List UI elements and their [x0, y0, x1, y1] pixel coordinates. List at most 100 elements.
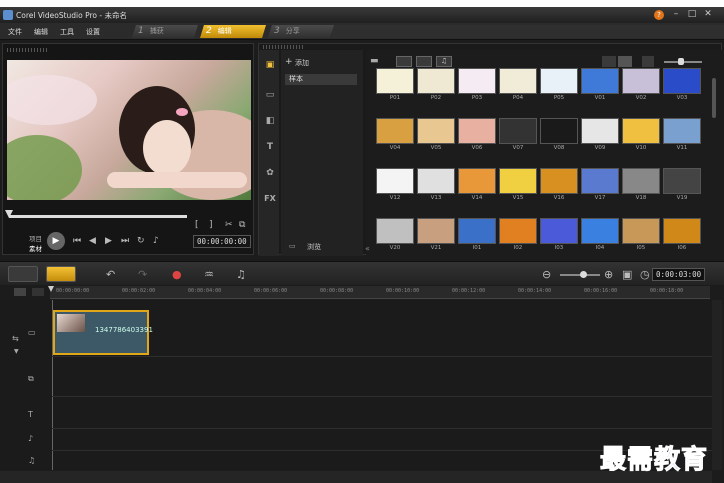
- library-thumbnail[interactable]: [417, 168, 455, 194]
- library-thumbnail[interactable]: [622, 68, 660, 94]
- volume-icon[interactable]: ♪: [153, 236, 159, 246]
- library-thumbnail[interactable]: [622, 118, 660, 144]
- slider-handle[interactable]: [678, 58, 684, 65]
- previous-frame-icon[interactable]: ◀: [89, 236, 96, 246]
- library-thumbnail[interactable]: [499, 168, 537, 194]
- title-icon[interactable]: T: [263, 142, 277, 156]
- help-icon[interactable]: ?: [654, 10, 664, 20]
- timeline-ruler[interactable]: 00:00:00:00 00:00:02:00 00:00:04:00 00:00:0…: [50, 286, 710, 299]
- maximize-button[interactable]: □: [686, 9, 698, 20]
- library-thumbnail[interactable]: [376, 218, 414, 244]
- dropdown-arrow-icon[interactable]: ▼: [14, 348, 36, 355]
- cut-icon[interactable]: ✂: [225, 220, 233, 230]
- graphic-icon[interactable]: ✿: [263, 168, 277, 182]
- library-thumbnail[interactable]: [458, 218, 496, 244]
- step-share[interactable]: 3 分享: [268, 25, 334, 38]
- mode-clip-label[interactable]: 素材: [29, 243, 42, 253]
- library-thumbnail[interactable]: [376, 168, 414, 194]
- storyboard-view-button[interactable]: [8, 266, 38, 282]
- redo-icon[interactable]: ↷: [138, 268, 147, 281]
- library-thumbnail[interactable]: [499, 68, 537, 94]
- library-thumbnail[interactable]: [458, 68, 496, 94]
- transition-icon[interactable]: ◧: [263, 116, 277, 130]
- library-thumbnail[interactable]: [663, 218, 701, 244]
- folder-icon[interactable]: ▬: [370, 56, 379, 66]
- timeline-view-button[interactable]: [46, 266, 76, 282]
- browse-icon[interactable]: ▭: [289, 242, 296, 250]
- video-track-icon[interactable]: ▭: [28, 328, 50, 337]
- menu-tools[interactable]: 工具: [60, 27, 74, 37]
- mark-out-icon[interactable]: ]: [209, 220, 213, 230]
- end-icon[interactable]: ⏭: [121, 236, 129, 246]
- chapter-icon[interactable]: [32, 288, 44, 296]
- sound-mixer-icon[interactable]: ♒: [204, 268, 214, 281]
- show-video-button[interactable]: [396, 56, 412, 67]
- show-photo-button[interactable]: [416, 56, 432, 67]
- zoom-handle[interactable]: [580, 271, 587, 278]
- mode-project-label[interactable]: 项目: [29, 233, 42, 243]
- library-thumbnail[interactable]: [540, 168, 578, 194]
- library-thumbnail[interactable]: [417, 68, 455, 94]
- library-thumbnail[interactable]: [458, 118, 496, 144]
- filter-fx-icon[interactable]: FX: [263, 194, 277, 208]
- step-edit[interactable]: 2 编辑: [200, 25, 266, 38]
- overlay-track-icon[interactable]: ⧉: [28, 374, 50, 384]
- browse-button[interactable]: 浏览: [307, 242, 321, 252]
- preview-timecode[interactable]: 00:00:00:00: [193, 235, 251, 248]
- library-thumbnail[interactable]: [581, 218, 619, 244]
- step-capture[interactable]: 1 捕获: [132, 25, 198, 38]
- library-thumbnail[interactable]: [499, 118, 537, 144]
- library-thumbnail[interactable]: [663, 118, 701, 144]
- library-thumbnail[interactable]: [376, 68, 414, 94]
- video-clip[interactable]: 1347786403391: [53, 310, 153, 355]
- title-track-icon[interactable]: T: [28, 410, 50, 419]
- mark-in-icon[interactable]: [: [195, 220, 199, 230]
- add-icon[interactable]: +: [285, 57, 293, 67]
- close-button[interactable]: ✕: [702, 9, 714, 20]
- library-scrollbar[interactable]: [712, 78, 716, 118]
- zoom-out-icon[interactable]: ⊖: [542, 268, 551, 281]
- auto-music-icon[interactable]: ♫: [236, 268, 246, 281]
- panel-grip[interactable]: [7, 48, 47, 52]
- timeline-vertical-scrollbar[interactable]: [712, 300, 722, 470]
- fit-project-icon[interactable]: ▣: [622, 268, 632, 281]
- library-thumbnail[interactable]: [622, 168, 660, 194]
- record-capture-icon[interactable]: ●: [172, 268, 182, 281]
- library-thumbnail[interactable]: [540, 68, 578, 94]
- thumbnail-view-icon[interactable]: [618, 56, 632, 67]
- home-icon[interactable]: ⏮: [73, 236, 81, 246]
- repeat-icon[interactable]: ↻: [137, 236, 145, 246]
- library-thumbnail[interactable]: [540, 218, 578, 244]
- library-thumbnail[interactable]: [581, 118, 619, 144]
- duration-icon[interactable]: ◷: [640, 268, 650, 281]
- library-thumbnail[interactable]: [581, 68, 619, 94]
- list-view-icon[interactable]: [602, 56, 616, 67]
- play-button[interactable]: ▶: [47, 232, 65, 250]
- voice-track-icon[interactable]: ♪: [28, 434, 50, 443]
- add-folder-button[interactable]: 添加: [295, 58, 309, 68]
- library-thumbnail[interactable]: [663, 168, 701, 194]
- instant-project-icon[interactable]: ▭: [263, 90, 277, 104]
- minimize-button[interactable]: –: [670, 9, 682, 20]
- library-thumbnail[interactable]: [417, 118, 455, 144]
- library-thumbnail[interactable]: [663, 68, 701, 94]
- library-thumbnail[interactable]: [458, 168, 496, 194]
- panel-grip[interactable]: [263, 45, 303, 49]
- library-thumbnail[interactable]: [417, 218, 455, 244]
- menu-settings[interactable]: 设置: [86, 27, 100, 37]
- enlarge-icon[interactable]: ⧉: [239, 220, 245, 230]
- media-icon[interactable]: ▣: [263, 60, 277, 74]
- zoom-in-icon[interactable]: ⊕: [604, 268, 613, 281]
- library-thumbnail[interactable]: [376, 118, 414, 144]
- library-thumbnail[interactable]: [540, 118, 578, 144]
- undo-icon[interactable]: ↶: [106, 268, 115, 281]
- library-thumbnail[interactable]: [622, 218, 660, 244]
- show-audio-button[interactable]: ♫: [436, 56, 452, 67]
- scrub-bar[interactable]: [9, 215, 187, 218]
- folder-item-samples[interactable]: 样本: [285, 74, 357, 85]
- collapse-icon[interactable]: «: [365, 244, 370, 253]
- menu-edit[interactable]: 编辑: [34, 27, 48, 37]
- sort-icon[interactable]: [642, 56, 654, 67]
- library-thumbnail[interactable]: [581, 168, 619, 194]
- timeline-timecode[interactable]: 0:00:03:00: [652, 268, 706, 281]
